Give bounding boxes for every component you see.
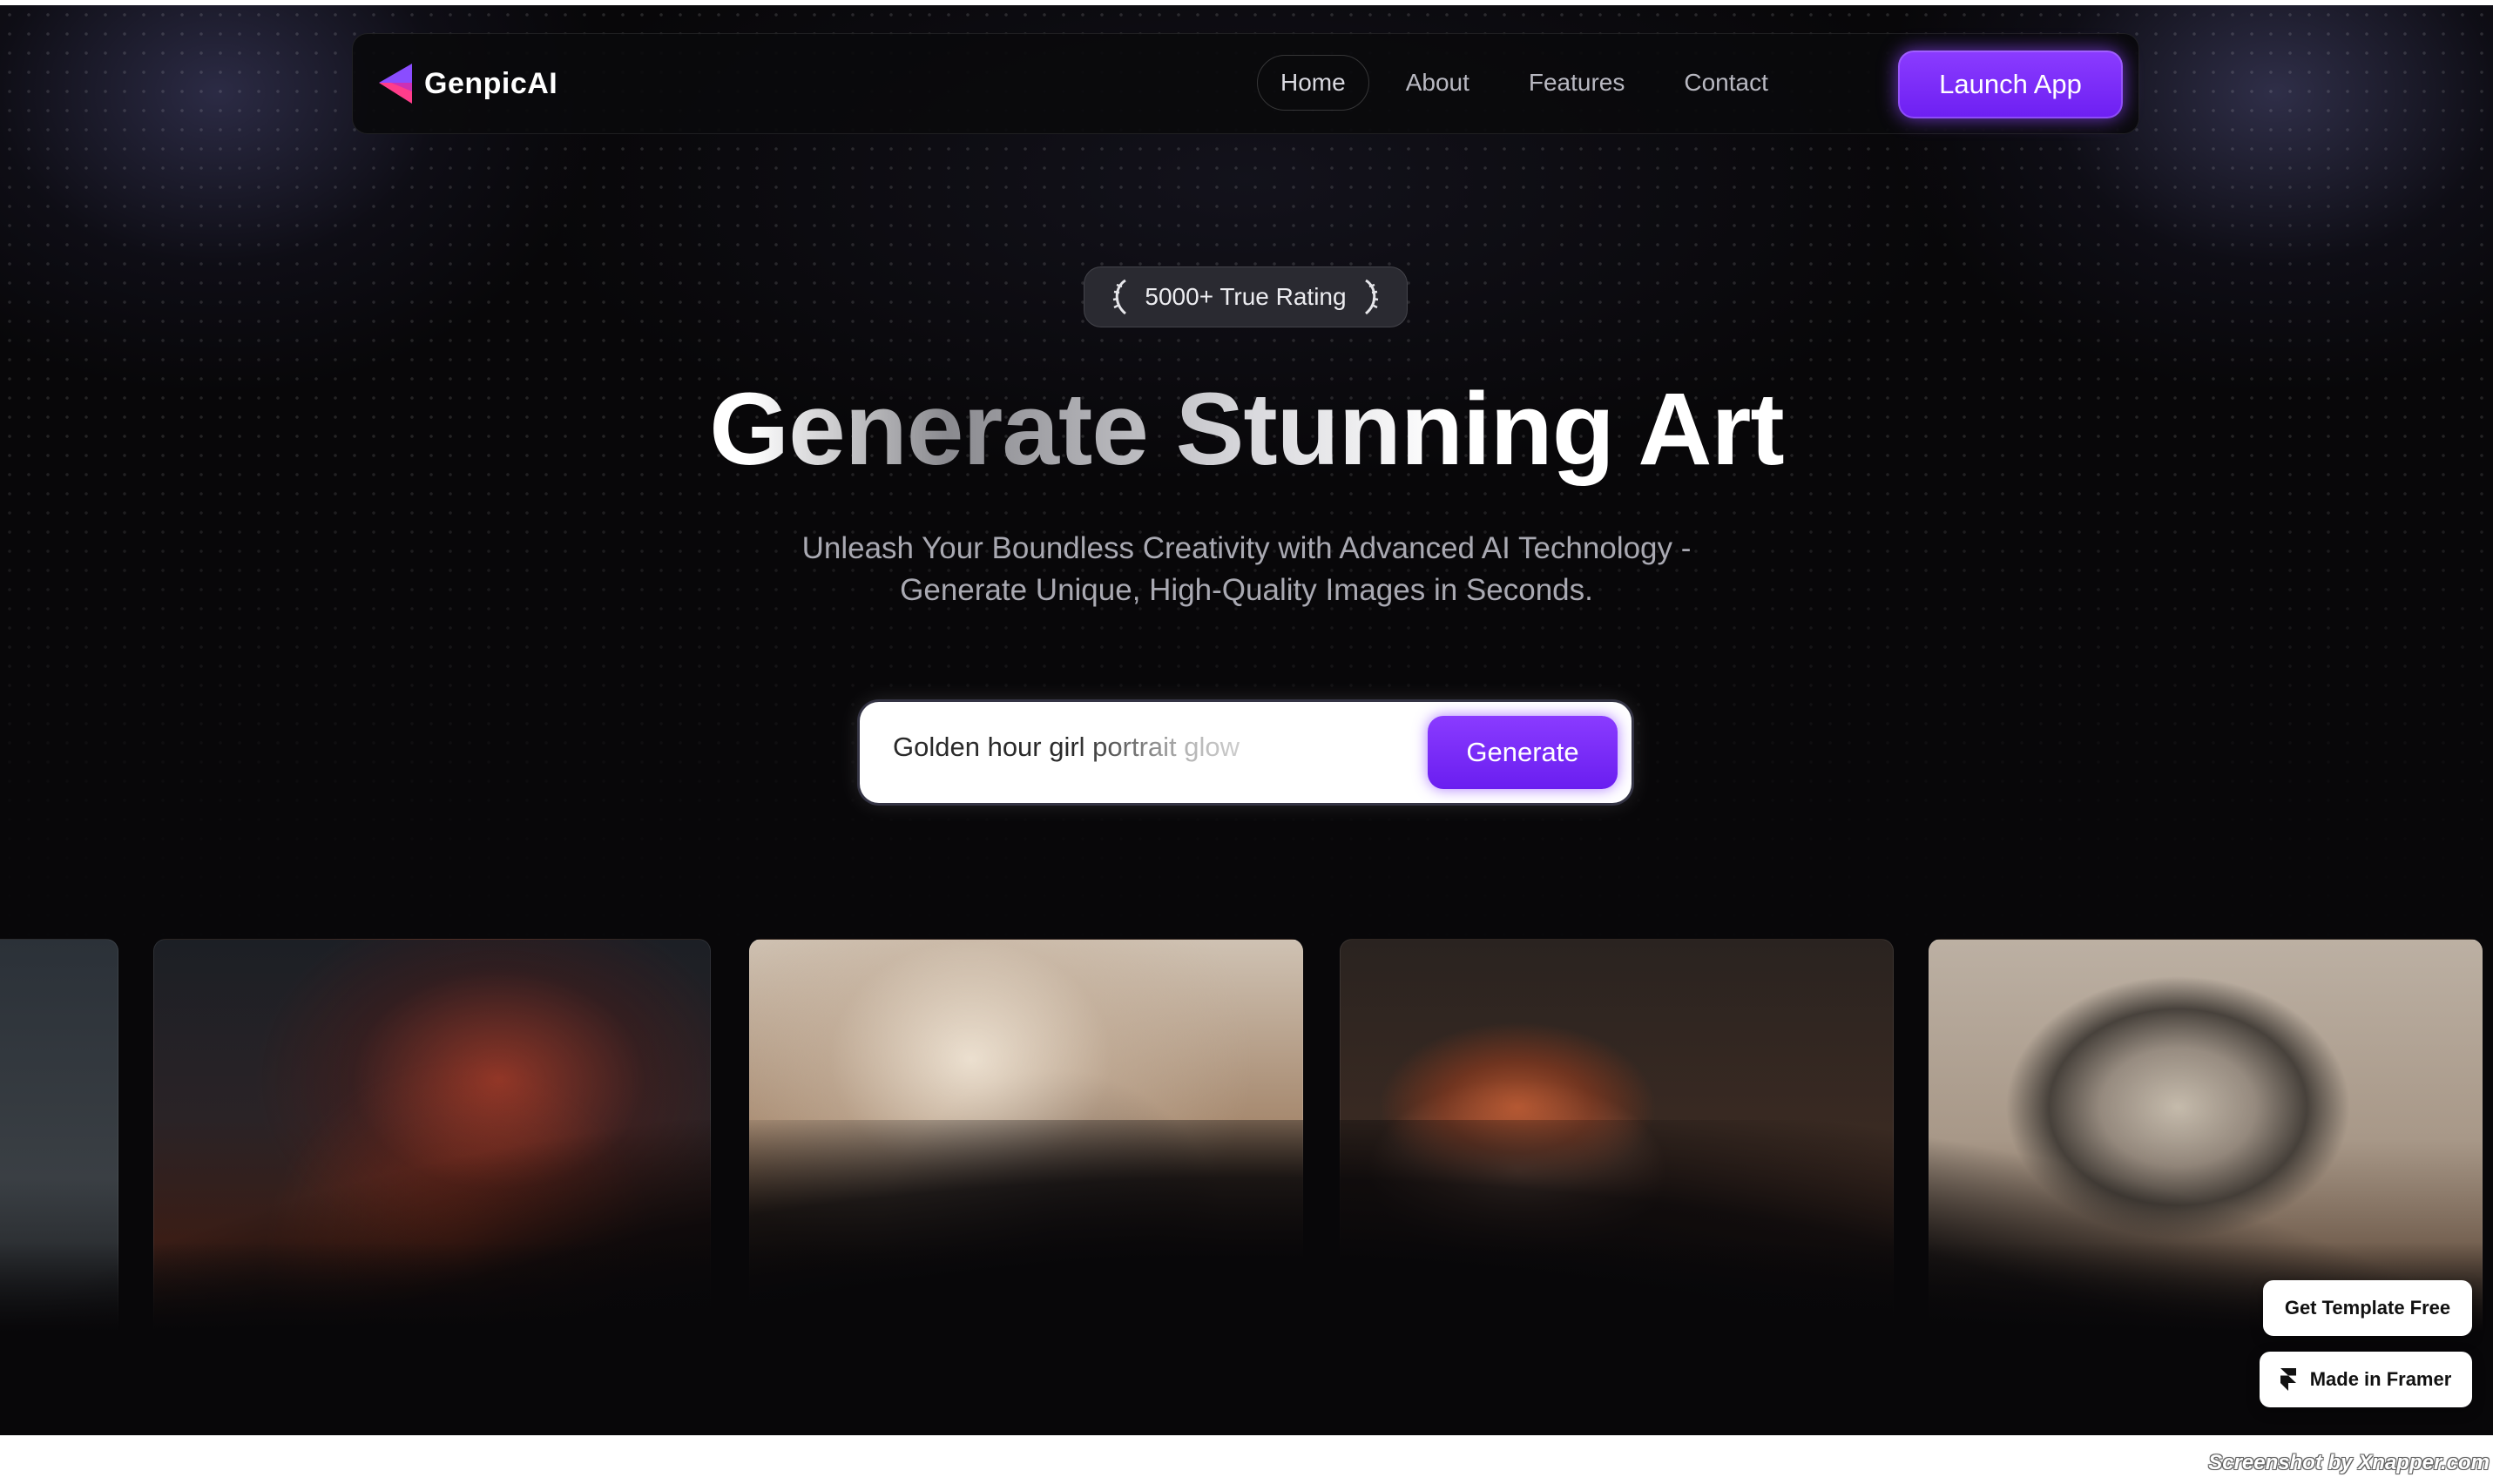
gallery-image [0,939,118,1339]
gallery-image [749,939,1303,1339]
laurel-right-icon [1364,279,1378,315]
nav-links: Home About Features Contact [1257,55,1805,111]
navbar: GenpicAI Home About Features Contact Lau… [352,33,2139,134]
subtitle-line-1: Unleash Your Boundless Creativity with A… [801,531,1692,565]
made-in-framer-button[interactable]: Made in Framer [2260,1352,2472,1407]
brand-logo[interactable]: GenpicAI [375,62,557,105]
hero-title: Generate Stunning Art [0,364,2493,495]
subtitle-line-2: Generate Unique, High-Quality Images in … [900,573,1593,607]
get-template-label: Get Template Free [2284,1297,2451,1319]
nav-contact[interactable]: Contact [1661,55,1791,111]
gallery-image [1340,939,1894,1339]
brand-name: GenpicAI [424,66,558,100]
rating-badge: 5000+ True Rating [1084,266,1408,327]
hero-subtitle: Unleash Your Boundless Creativity with A… [0,528,2493,611]
get-template-button[interactable]: Get Template Free [2263,1280,2472,1336]
logo-triangle-icon [379,64,412,104]
framer-icon [2280,1368,2296,1391]
gallery-image [1929,939,2483,1339]
nav-home[interactable]: Home [1257,55,1369,111]
rating-text: 5000+ True Rating [1145,283,1347,310]
launch-app-button[interactable]: Launch App [1898,51,2123,118]
gallery-image [153,939,711,1339]
watermark: Screenshot by Xnapper.com [2208,1451,2490,1474]
page: GenpicAI Home About Features Contact Lau… [0,5,2493,1435]
prompt-form: Golden hour girl portrait glow Generate [860,702,1632,803]
generate-button[interactable]: Generate [1428,716,1618,789]
nav-features[interactable]: Features [1506,55,1648,111]
prompt-input[interactable]: Golden hour girl portrait glow [893,732,1346,763]
laurel-left-icon [1113,279,1127,315]
made-in-framer-label: Made in Framer [2309,1368,2452,1390]
nav-about[interactable]: About [1383,55,1492,111]
